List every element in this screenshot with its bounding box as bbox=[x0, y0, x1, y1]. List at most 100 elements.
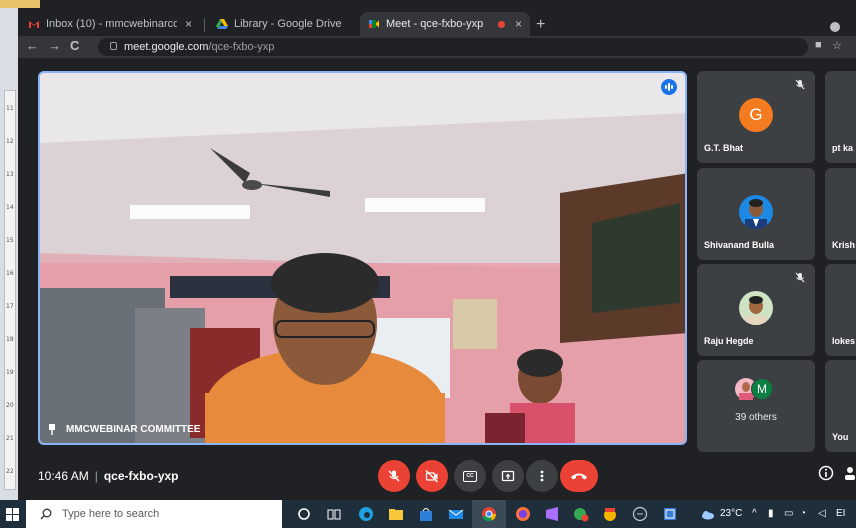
mic-toggle-button[interactable] bbox=[378, 460, 410, 492]
back-button[interactable]: ← bbox=[26, 38, 39, 53]
meet-area: MMCWEBINAR COMMITTEE G G.T. Bhat pt ka S… bbox=[18, 58, 856, 500]
show-hidden-icons-icon[interactable]: ^ bbox=[752, 508, 757, 519]
recording-indicator-icon bbox=[498, 20, 505, 28]
avatar-photo bbox=[739, 195, 773, 229]
word-titlebar-edge bbox=[0, 0, 40, 8]
visual-studio-icon[interactable] bbox=[544, 506, 560, 522]
weather-icon[interactable] bbox=[700, 506, 716, 522]
meeting-time-code: 10:46 AM | qce-fxbo-yxp bbox=[38, 469, 179, 483]
new-tab-button[interactable]: + bbox=[536, 16, 545, 34]
volume-icon[interactable]: ◁ bbox=[818, 508, 826, 519]
app-icon[interactable] bbox=[662, 506, 678, 522]
ruler-mark: 13 bbox=[6, 171, 14, 178]
participant-tile[interactable]: pt ka bbox=[825, 71, 856, 163]
ruler-mark: 11 bbox=[6, 105, 14, 112]
ruler-mark: 22 bbox=[6, 468, 14, 475]
edge-icon[interactable] bbox=[358, 506, 374, 522]
others-tile[interactable]: M 39 others bbox=[697, 360, 815, 452]
file-explorer-icon[interactable] bbox=[388, 506, 404, 522]
task-view-icon[interactable] bbox=[326, 506, 342, 522]
ruler-mark: 15 bbox=[6, 237, 14, 244]
mail-icon[interactable] bbox=[448, 506, 464, 522]
tab-title: Inbox (10) - mmcwebinarcommit bbox=[46, 18, 177, 30]
tab-gmail[interactable]: Inbox (10) - mmcwebinarcommit × bbox=[20, 12, 200, 36]
chrome-taskbar-button[interactable] bbox=[472, 500, 506, 528]
tab-close-button[interactable]: × bbox=[515, 17, 522, 31]
participant-name: lokes bbox=[832, 336, 856, 346]
end-call-icon bbox=[571, 473, 587, 480]
tab-meet[interactable]: Meet - qce-fxbo-yxp × bbox=[360, 12, 530, 36]
avatar bbox=[739, 195, 773, 229]
others-count: 39 others bbox=[735, 412, 777, 423]
mic-tray-icon[interactable]: ▮ bbox=[768, 508, 774, 519]
word-window-edge: L 111213141516171819202122 bbox=[0, 0, 40, 500]
present-button[interactable] bbox=[492, 460, 524, 492]
search-icon bbox=[40, 508, 52, 520]
language-indicator[interactable]: EI bbox=[836, 508, 845, 519]
more-options-icon bbox=[540, 470, 544, 482]
store-icon[interactable] bbox=[418, 506, 434, 522]
avatar: G bbox=[739, 98, 773, 132]
self-tile[interactable]: You bbox=[825, 360, 856, 452]
present-icon bbox=[501, 470, 515, 482]
windows-start-icon[interactable] bbox=[6, 508, 19, 521]
participant-name: Raju Hegde bbox=[704, 336, 754, 346]
cortana-icon[interactable] bbox=[296, 506, 312, 522]
reload-button[interactable]: C bbox=[70, 38, 79, 53]
url-text: meet.google.com/qce-fxbo-yxp bbox=[124, 41, 275, 53]
participant-tile[interactable]: Krish bbox=[825, 168, 856, 260]
main-speaker-label: MMCWEBINAR COMMITTEE bbox=[48, 424, 200, 435]
captions-button[interactable]: CC bbox=[454, 460, 486, 492]
meet-icon bbox=[369, 20, 379, 28]
windows-taskbar: Type here to search 23°C ^ ▮ ▭ ◔ ◁ EI bbox=[0, 500, 856, 528]
tab-close-button[interactable]: × bbox=[185, 17, 192, 31]
meeting-details-button[interactable] bbox=[818, 465, 834, 481]
mic-muted-icon bbox=[795, 272, 805, 283]
screen: L 111213141516171819202122 Inbox (10) - … bbox=[0, 0, 856, 528]
people-icon[interactable] bbox=[844, 466, 856, 480]
others-avatars: M bbox=[735, 378, 779, 402]
word-vertical-ruler: 11 12 13 14 15 16 17 18 19 20 21 22 bbox=[4, 90, 16, 490]
tab-title: Library - Google Drive bbox=[234, 18, 342, 30]
participant-tile[interactable]: Raju Hegde bbox=[697, 264, 815, 356]
participant-name: G.T. Bhat bbox=[704, 143, 744, 153]
chrome-icon bbox=[482, 507, 497, 522]
app-icon[interactable] bbox=[632, 506, 648, 522]
participant-tile[interactable]: G G.T. Bhat bbox=[697, 71, 815, 163]
pin-icon bbox=[49, 424, 55, 435]
participant-tile[interactable]: Shivanand Bulla bbox=[697, 168, 815, 260]
avatar-photo bbox=[739, 291, 773, 325]
end-call-button[interactable] bbox=[560, 460, 598, 492]
bookmark-star-icon[interactable]: ☆ bbox=[832, 39, 842, 52]
browser-tab-strip: Inbox (10) - mmcwebinarcommit × Library … bbox=[18, 8, 856, 36]
tab-title: Meet - qce-fxbo-yxp bbox=[386, 18, 484, 30]
network-icon[interactable]: ◔ bbox=[800, 508, 806, 519]
more-options-button[interactable] bbox=[526, 460, 558, 492]
ruler-mark: 17 bbox=[6, 303, 14, 310]
camera-toggle-button[interactable] bbox=[416, 460, 448, 492]
lock-icon bbox=[110, 42, 117, 50]
search-placeholder: Type here to search bbox=[62, 508, 160, 520]
address-bar[interactable]: meet.google.com/qce-fxbo-yxp bbox=[98, 38, 808, 56]
browser-toolbar: ← → C meet.google.com/qce-fxbo-yxp ■ ☆ bbox=[18, 36, 856, 58]
firefox-icon[interactable] bbox=[515, 506, 531, 522]
app-icon[interactable] bbox=[602, 506, 618, 522]
main-speaker-video[interactable]: MMCWEBINAR COMMITTEE bbox=[38, 71, 687, 445]
ruler-mark: 18 bbox=[6, 336, 14, 343]
participant-name: You bbox=[832, 432, 849, 442]
taskbar-search-box[interactable]: Type here to search bbox=[26, 500, 282, 528]
forward-button[interactable]: → bbox=[48, 38, 61, 53]
participant-name: Krish bbox=[832, 240, 856, 250]
ruler-mark: 19 bbox=[6, 369, 14, 376]
drive-icon bbox=[216, 19, 228, 29]
participant-tile[interactable]: lokes bbox=[825, 264, 856, 356]
tab-drive[interactable]: Library - Google Drive × bbox=[208, 12, 376, 36]
ruler-mark: 12 bbox=[6, 138, 14, 145]
avatar: M bbox=[751, 378, 773, 400]
browser-menu-icon[interactable] bbox=[830, 22, 840, 32]
app-icon[interactable] bbox=[573, 506, 589, 522]
ruler-mark: 16 bbox=[6, 270, 14, 277]
camera-in-use-icon[interactable]: ■ bbox=[815, 39, 822, 51]
battery-icon[interactable]: ▭ bbox=[784, 508, 793, 519]
participant-name: pt ka bbox=[832, 143, 854, 153]
